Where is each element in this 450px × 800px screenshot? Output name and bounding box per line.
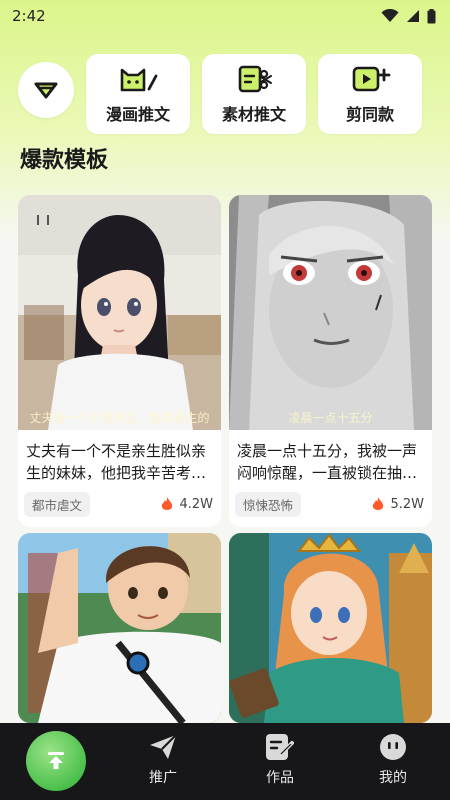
nav-label: 推广 bbox=[149, 770, 177, 786]
quick-actions: 漫画推文 素材推文 剪同款 bbox=[18, 54, 422, 134]
video-plus-icon bbox=[352, 66, 391, 91]
face-icon bbox=[380, 734, 406, 760]
quick-action-label: 剪同款 bbox=[345, 104, 394, 124]
film-scissors-icon bbox=[238, 65, 272, 92]
genre-tag: 都市虐文 bbox=[24, 492, 91, 517]
heat-count: 5.2W bbox=[390, 497, 424, 512]
template-card[interactable] bbox=[229, 533, 432, 723]
flame-icon bbox=[373, 497, 384, 510]
heat-count: 4.2W bbox=[179, 497, 213, 512]
anime-horror-illustration bbox=[229, 195, 432, 430]
status-bar: 2:42 bbox=[0, 0, 450, 32]
quick-action-same-edit[interactable]: 剪同款 bbox=[318, 54, 422, 134]
wifi-icon bbox=[381, 9, 399, 22]
anime-princess-illustration bbox=[229, 533, 432, 723]
nav-label: 作品 bbox=[266, 770, 294, 786]
flame-icon bbox=[162, 497, 173, 510]
nav-promote[interactable]: 推广 bbox=[148, 733, 178, 787]
template-thumbnail[interactable]: 凌晨一点十五分 bbox=[229, 195, 432, 430]
quick-action-label: 素材推文 bbox=[221, 104, 286, 124]
paper-plane-icon bbox=[150, 734, 177, 759]
nav-profile[interactable]: 我的 bbox=[378, 733, 408, 787]
battery-icon bbox=[427, 8, 436, 23]
cat-pen-icon bbox=[120, 68, 158, 91]
signal-icon bbox=[407, 10, 419, 22]
anime-girl-illustration bbox=[18, 195, 221, 430]
quick-action-comic-post[interactable]: 漫画推文 bbox=[86, 54, 190, 134]
nav-label: 我的 bbox=[379, 770, 407, 786]
template-thumbnail[interactable] bbox=[18, 533, 221, 723]
collapse-button[interactable] bbox=[18, 62, 74, 118]
document-edit-icon bbox=[266, 734, 294, 760]
quick-action-material-post[interactable]: 素材推文 bbox=[202, 54, 306, 134]
thumbnail-caption: 丈夫有一个不是亲生，胜似亲生的 bbox=[29, 411, 210, 425]
template-card[interactable]: 凌晨一点十五分 凌晨一点十五分，我被一声闷响惊醒，一直被锁在抽… 惊悚恐怖 5.… bbox=[229, 195, 432, 527]
section-title: 爆款模板 bbox=[20, 142, 116, 174]
nav-works[interactable]: 作品 bbox=[265, 733, 295, 787]
status-time: 2:42 bbox=[12, 7, 46, 25]
anime-boy-illustration bbox=[18, 533, 221, 723]
quick-action-label: 漫画推文 bbox=[105, 104, 170, 124]
template-thumbnail[interactable]: 丈夫有一个不是亲生，胜似亲生的 bbox=[18, 195, 221, 430]
template-card[interactable]: 丈夫有一个不是亲生，胜似亲生的 丈夫有一个不是亲生胜似亲生的妹妹，他把我辛苦考…… bbox=[18, 195, 221, 527]
genre-tag: 惊悚恐怖 bbox=[235, 492, 302, 517]
template-thumbnail[interactable] bbox=[229, 533, 432, 723]
template-description: 丈夫有一个不是亲生胜似亲生的妹妹，他把我辛苦考… bbox=[26, 442, 207, 482]
template-description: 凌晨一点十五分，我被一声闷响惊醒，一直被锁在抽… bbox=[237, 442, 418, 482]
section-title-text: 爆款模板 bbox=[20, 148, 109, 173]
upload-arrow-icon bbox=[48, 752, 64, 769]
upload-button[interactable] bbox=[26, 731, 86, 791]
thumbnail-caption: 凌晨一点十五分 bbox=[288, 411, 373, 425]
template-card[interactable] bbox=[18, 533, 221, 723]
chevron-down-icon bbox=[34, 82, 58, 99]
